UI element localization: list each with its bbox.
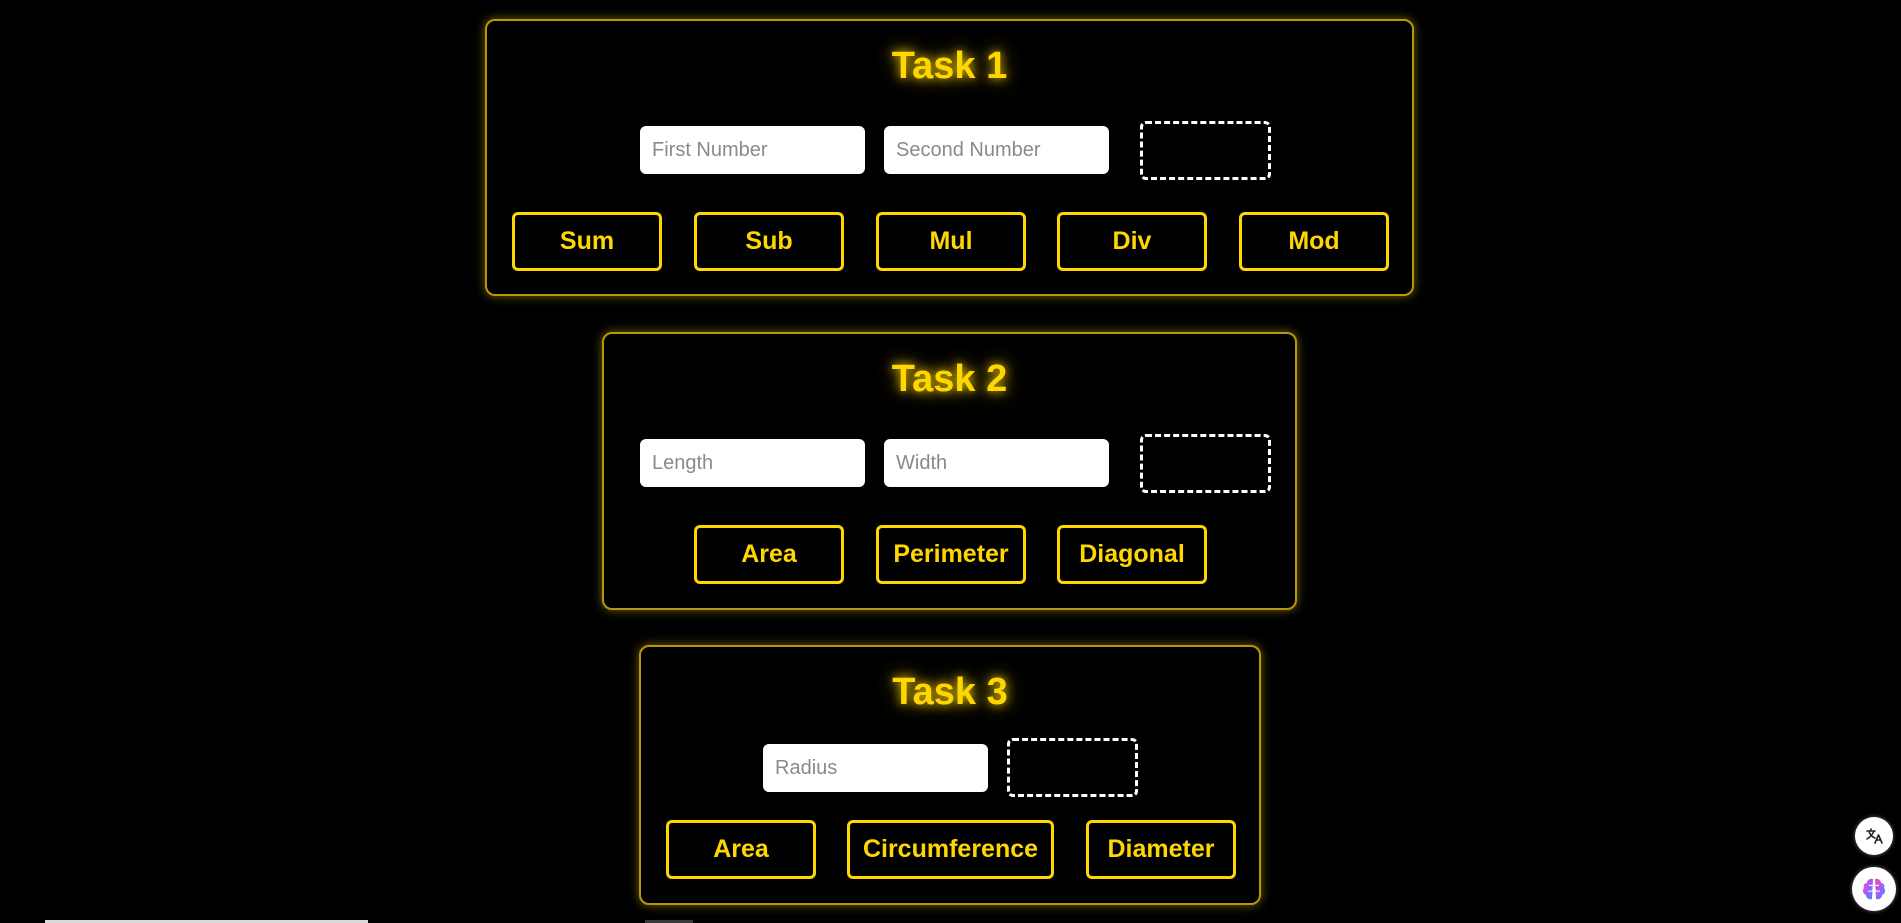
task3-title: Task 3 [892,671,1008,713]
translate-button[interactable] [1855,817,1893,855]
task2-title: Task 2 [891,358,1008,400]
task1-card: Task 1 Sum Sub Mul Div Mod [485,19,1414,296]
radius-input[interactable] [763,744,988,792]
first-number-input[interactable] [640,126,865,174]
task1-title: Task 1 [891,45,1008,87]
translate-icon [1866,828,1883,844]
task2-card: Task 2 Area Perimeter Diagonal [602,332,1297,610]
sub-button[interactable]: Sub [694,212,844,271]
mul-button[interactable]: Mul [876,212,1026,271]
brain-extension-button[interactable] [1852,867,1896,911]
mod-button[interactable]: Mod [1239,212,1389,271]
circle-area-button[interactable]: Area [666,820,816,879]
length-input[interactable] [640,439,865,487]
perimeter-button[interactable]: Perimeter [876,525,1026,584]
diagonal-button[interactable]: Diagonal [1057,525,1207,584]
brain-icon [1862,878,1886,900]
rect-area-button[interactable]: Area [694,525,844,584]
second-number-input[interactable] [884,126,1109,174]
diameter-button[interactable]: Diameter [1086,820,1236,879]
task3-result-box [1007,738,1138,797]
task2-result-box [1140,434,1271,493]
width-input[interactable] [884,439,1109,487]
div-button[interactable]: Div [1057,212,1207,271]
circumference-button[interactable]: Circumference [847,820,1054,879]
sum-button[interactable]: Sum [512,212,662,271]
task1-result-box [1140,121,1271,180]
task3-card: Task 3 Area Circumference Diameter [639,645,1261,905]
